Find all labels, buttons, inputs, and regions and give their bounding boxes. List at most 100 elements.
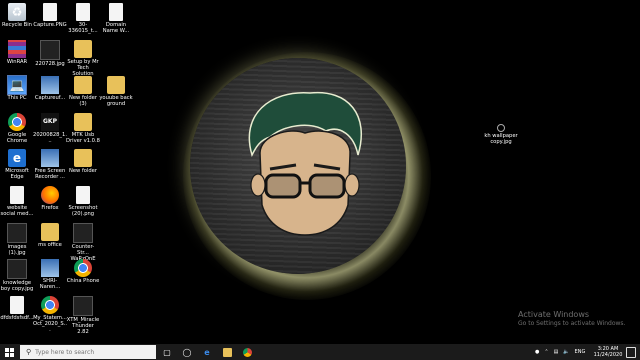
desktop-shortcut-label: ms office bbox=[38, 242, 62, 248]
chrome-taskbar-glyph bbox=[242, 347, 252, 357]
desktop-shortcut-label: youube back ground bbox=[99, 95, 133, 107]
taskbar-clock[interactable]: 3:20 AM 11/24/2020 bbox=[592, 346, 624, 358]
start-button[interactable] bbox=[0, 344, 18, 360]
desktop-shortcut-label: knowledge boy copy.jpg bbox=[0, 280, 34, 292]
china-phone-icon bbox=[74, 259, 92, 277]
file-explorer-taskbar-icon[interactable] bbox=[218, 344, 236, 360]
desktop[interactable]: ♻ Recycle Bin Capture.PNG 30-336015_t... Dom… bbox=[0, 0, 640, 344]
desktop-shortcut-screenshot-20[interactable]: Screenshot (20).png bbox=[66, 186, 100, 217]
desktop-shortcut-google-chrome[interactable]: Google Chrome bbox=[0, 113, 34, 144]
desktop-shortcut-winrar[interactable]: WinRAR bbox=[0, 40, 34, 65]
task-view-glyph: ▢ bbox=[163, 347, 171, 357]
desktop-shortcut-dfdsfdsfsdf[interactable]: dfdsfdsfsdf... bbox=[0, 296, 34, 321]
desktop-shortcut-images-1[interactable]: images (1).jpg bbox=[0, 223, 34, 256]
image-220728-icon bbox=[40, 40, 60, 60]
language-indicator[interactable]: ENG bbox=[575, 349, 586, 355]
edge-taskbar-glyph: e bbox=[204, 347, 210, 357]
desktop-shortcut-free-screen-recorder[interactable]: Free Screen Recorder ... bbox=[33, 149, 67, 180]
xtm-miracle-thunder-icon bbox=[73, 296, 93, 316]
screenshot-20-icon bbox=[76, 186, 90, 204]
new-folder-icon bbox=[74, 149, 92, 167]
desktop-shortcut-new-folder[interactable]: New folder bbox=[66, 149, 100, 174]
ms-office-icon bbox=[41, 223, 59, 241]
desktop-shortcut-ms-office[interactable]: ms office bbox=[33, 223, 67, 248]
desktop-shortcut-shri-narendra[interactable]: SHRI-Naren... bbox=[33, 259, 67, 290]
desktop-shortcut-this-pc[interactable]: 💻 This PC bbox=[0, 75, 34, 101]
desktop-shortcut-new-folder-3[interactable]: New folder (3) bbox=[66, 76, 100, 107]
desktop-shortcut-recycle-bin[interactable]: ♻ Recycle Bin bbox=[0, 3, 34, 28]
activate-subtitle: Go to Settings to activate Windows. bbox=[518, 320, 626, 327]
desktop-shortcut-label: Recycle Bin bbox=[2, 22, 32, 28]
file-30-336015-icon bbox=[76, 3, 90, 21]
desktop-shortcut-youube-back-ground[interactable]: youube back ground bbox=[99, 76, 133, 107]
taskbar: ⚲ ▢ ◯ e ● ⌃ ▤ 🔈 ENG 3:20 AM 11/24/2020 bbox=[0, 344, 640, 360]
desktop-shortcut-image-20200828[interactable]: GKP 20200828_1... bbox=[33, 113, 67, 144]
desktop-shortcut-xtm-miracle-thunder[interactable]: XTM_Miracle Thunder 2.82 bbox=[66, 296, 100, 335]
desktop-shortcut-china-phone[interactable]: China Phone bbox=[66, 259, 100, 284]
desktop-shortcut-label: Domain Name W... bbox=[102, 22, 130, 34]
recycle-bin-icon: ♻ bbox=[8, 3, 26, 21]
new-folder-3-icon bbox=[74, 76, 92, 94]
desktop-shortcut-captureu[interactable]: Captureuf... bbox=[33, 76, 67, 101]
task-view-icon[interactable]: ▢ bbox=[158, 344, 176, 360]
image-20200828-icon: GKP bbox=[41, 113, 59, 131]
desktop-shortcut-kh-wallpaper[interactable]: kh wallpaper copy.jpg bbox=[484, 118, 518, 145]
kh-wallpaper-icon bbox=[497, 124, 505, 132]
wallpaper-cartoon-face bbox=[248, 91, 363, 236]
taskbar-search-box[interactable]: ⚲ bbox=[20, 345, 156, 359]
dfdsfdsfsdf-icon bbox=[10, 296, 24, 314]
firefox-icon bbox=[41, 186, 59, 204]
system-tray: ● ⌃ ▤ 🔈 ENG bbox=[535, 344, 585, 360]
website-social-media-icon bbox=[10, 186, 24, 204]
counter-strike-icon bbox=[73, 223, 93, 243]
windows-logo-icon bbox=[4, 347, 14, 357]
winrar-icon bbox=[8, 40, 26, 58]
volume-icon[interactable]: 🔈 bbox=[563, 349, 569, 355]
activate-windows-watermark: Activate Windows Go to Settings to activ… bbox=[518, 310, 625, 328]
desktop-shortcut-label: Google Chrome bbox=[6, 132, 28, 144]
desktop-shortcut-label: Screenshot (20).png bbox=[68, 205, 98, 217]
desktop-shortcut-label: Microsoft Edge bbox=[5, 168, 29, 180]
desktop-shortcut-label: Capture.PNG bbox=[33, 22, 67, 28]
search-icon: ⚲ bbox=[26, 348, 32, 356]
desktop-shortcut-website-social-media[interactable]: website social med... bbox=[0, 186, 34, 217]
desktop-shortcut-mtk-usb-driver[interactable]: MTK Usb Driver v1.0.8 bbox=[66, 113, 100, 144]
desktop-shortcut-setup-mr-tech[interactable]: Setup by Mr Tech Solution bbox=[66, 40, 100, 77]
my-statement-icon bbox=[41, 296, 59, 314]
desktop-shortcut-label: Setup by Mr Tech Solution bbox=[67, 59, 99, 77]
capture-png-icon bbox=[43, 3, 57, 21]
shri-narendra-icon bbox=[41, 259, 59, 277]
cortana-icon[interactable]: ◯ bbox=[178, 344, 196, 360]
desktop-shortcut-microsoft-edge[interactable]: e Microsoft Edge bbox=[0, 149, 34, 180]
desktop-shortcut-label: Free Screen Recorder ... bbox=[34, 168, 66, 180]
desktop-shortcut-capture-png[interactable]: Capture.PNG bbox=[33, 3, 67, 28]
images-1-icon bbox=[7, 223, 27, 243]
desktop-shortcut-counter-strike[interactable]: Counter-Str... WaRzOnE bbox=[66, 223, 100, 262]
free-screen-recorder-icon bbox=[41, 149, 59, 167]
desktop-shortcut-label: MTK Usb Driver v1.0.8 bbox=[66, 132, 100, 144]
file-explorer-taskbar-glyph bbox=[222, 347, 232, 357]
search-input[interactable] bbox=[35, 348, 146, 356]
desktop-shortcut-label: China Phone bbox=[66, 278, 100, 284]
network-icon[interactable]: ▤ bbox=[554, 349, 559, 355]
desktop-shortcut-firefox[interactable]: Firefox bbox=[33, 186, 67, 211]
people-icon[interactable]: ● bbox=[535, 349, 539, 355]
desktop-shortcut-label: WinRAR bbox=[6, 59, 28, 65]
desktop-shortcut-file-30-336015[interactable]: 30-336015_t... bbox=[66, 3, 100, 34]
activate-title: Activate Windows bbox=[518, 310, 590, 319]
desktop-shortcut-knowledge-boy[interactable]: knowledge boy copy.jpg bbox=[0, 259, 34, 292]
desktop-shortcut-label: New folder (3) bbox=[68, 95, 98, 107]
chrome-taskbar-icon[interactable] bbox=[238, 344, 256, 360]
clock-date: 11/24/2020 bbox=[593, 352, 623, 358]
desktop-shortcut-my-statement[interactable]: My_Statem... Oct_2020_S... bbox=[33, 296, 67, 333]
desktop-shortcut-label: My_Statem... Oct_2020_S... bbox=[33, 315, 67, 333]
microsoft-edge-icon: e bbox=[8, 149, 26, 167]
edge-taskbar-icon[interactable]: e bbox=[198, 344, 216, 360]
desktop-shortcut-image-220728[interactable]: 220728.jpg bbox=[33, 40, 67, 67]
chevron-up-icon[interactable]: ⌃ bbox=[544, 349, 548, 355]
notification-center-icon[interactable] bbox=[626, 347, 636, 358]
desktop-shortcut-domain-name-file[interactable]: Domain Name W... bbox=[99, 3, 133, 34]
desktop-shortcut-label: kh wallpaper copy.jpg bbox=[484, 133, 518, 145]
desktop-shortcut-label: 220728.jpg bbox=[35, 61, 65, 67]
desktop-shortcut-label: 20200828_1... bbox=[33, 132, 67, 144]
